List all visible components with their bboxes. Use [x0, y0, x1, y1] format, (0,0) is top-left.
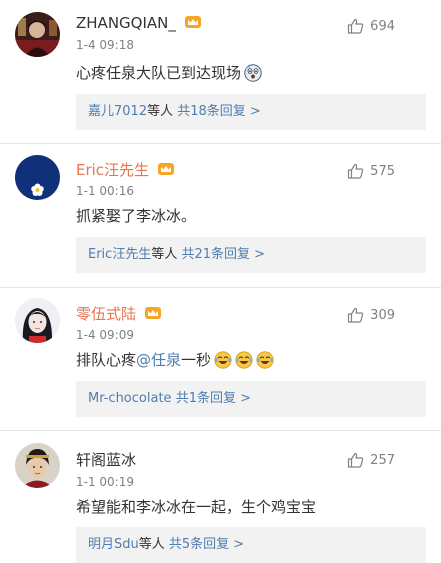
timestamp: 1-1 00:19 [76, 475, 134, 489]
reply-connector: 等人 [138, 537, 165, 552]
laughing-tears-icon [214, 351, 232, 369]
avatar[interactable] [15, 298, 60, 343]
divider [0, 287, 441, 288]
reply-count[interactable]: 共21条回复 > [181, 247, 265, 262]
reply-users[interactable]: 明月Sdu [88, 537, 139, 552]
mention-link[interactable]: @任泉 [136, 349, 181, 371]
like-button[interactable]: 694 [347, 16, 395, 36]
comment-text: 抓紧娶了李冰冰。 [76, 205, 196, 227]
reply-count[interactable]: 共1条回复 > [176, 391, 251, 406]
timestamp: 1-1 00:16 [76, 184, 134, 198]
reply-users[interactable]: Mr-chocolate [88, 391, 172, 406]
username[interactable]: Eric汪先生 [76, 160, 174, 180]
avatar[interactable] [15, 443, 60, 488]
laughing-tears-icon [235, 351, 253, 369]
reply-connector: 等人 [147, 104, 174, 119]
thumbs-up-outline-icon [348, 18, 364, 34]
laughing-tears-icon [256, 351, 274, 369]
comment-text: 希望能和李冰冰在一起，生个鸡宝宝 [76, 496, 316, 518]
divider [0, 143, 441, 144]
username[interactable]: 轩阁蓝冰 [76, 450, 136, 470]
crown-badge-icon [144, 305, 161, 319]
username-text[interactable]: ZHANGQIAN_ [76, 14, 176, 32]
username-text[interactable]: Eric汪先生 [76, 161, 149, 179]
like-button[interactable]: 257 [347, 450, 395, 470]
replies-link[interactable]: 明月Sdu等人 共5条回复 > [76, 527, 426, 563]
reply-users[interactable]: 嘉儿7012 [88, 104, 147, 119]
like-button[interactable]: 575 [347, 161, 395, 181]
thumbs-up-outline-icon [348, 163, 364, 179]
username[interactable]: 零伍式陆 [76, 304, 161, 324]
thumbs-up-outline-icon [348, 307, 364, 323]
crown-badge-icon [184, 14, 201, 28]
surprised-face-icon [244, 64, 262, 82]
comment-text-body: 抓紧娶了李冰冰。 [76, 207, 197, 225]
replies-link[interactable]: Eric汪先生等人 共21条回复 > [76, 237, 426, 273]
username-text[interactable]: 零伍式陆 [76, 305, 136, 323]
comment-text: 心疼任泉大队已到达现场 [76, 62, 262, 84]
replies-link[interactable]: 嘉儿7012等人 共18条回复 > [76, 94, 426, 130]
like-count: 694 [370, 18, 395, 34]
like-count: 575 [370, 163, 395, 179]
replies-link[interactable]: Mr-chocolate 共1条回复 > [76, 381, 426, 417]
comment-text-body: 排队心疼 [76, 351, 137, 369]
reply-users[interactable]: Eric汪先生 [88, 247, 151, 262]
timestamp: 1-4 09:18 [76, 38, 134, 52]
comment-text-body: 心疼任泉大队已到达现场 [76, 64, 242, 82]
comment-text-body: 希望能和李冰冰在一起，生个鸡宝宝 [76, 498, 317, 516]
avatar[interactable] [15, 12, 60, 57]
reply-count[interactable]: 共5条回复 > [169, 537, 244, 552]
thumbs-up-outline-icon [348, 452, 364, 468]
reply-connector: 等人 [151, 247, 178, 262]
username[interactable]: ZHANGQIAN_ [76, 13, 201, 33]
crown-badge-icon [157, 161, 174, 175]
like-count: 257 [370, 452, 395, 468]
username-text[interactable]: 轩阁蓝冰 [76, 451, 136, 469]
comment-text: 排队心疼 @任泉 一秒 [76, 349, 274, 371]
comment-text-tail: 一秒 [181, 351, 212, 369]
like-button[interactable]: 309 [347, 305, 395, 325]
reply-count[interactable]: 共18条回复 > [177, 104, 261, 119]
like-count: 309 [370, 307, 395, 323]
avatar[interactable] [15, 155, 60, 200]
divider [0, 430, 441, 431]
timestamp: 1-4 09:09 [76, 328, 134, 342]
